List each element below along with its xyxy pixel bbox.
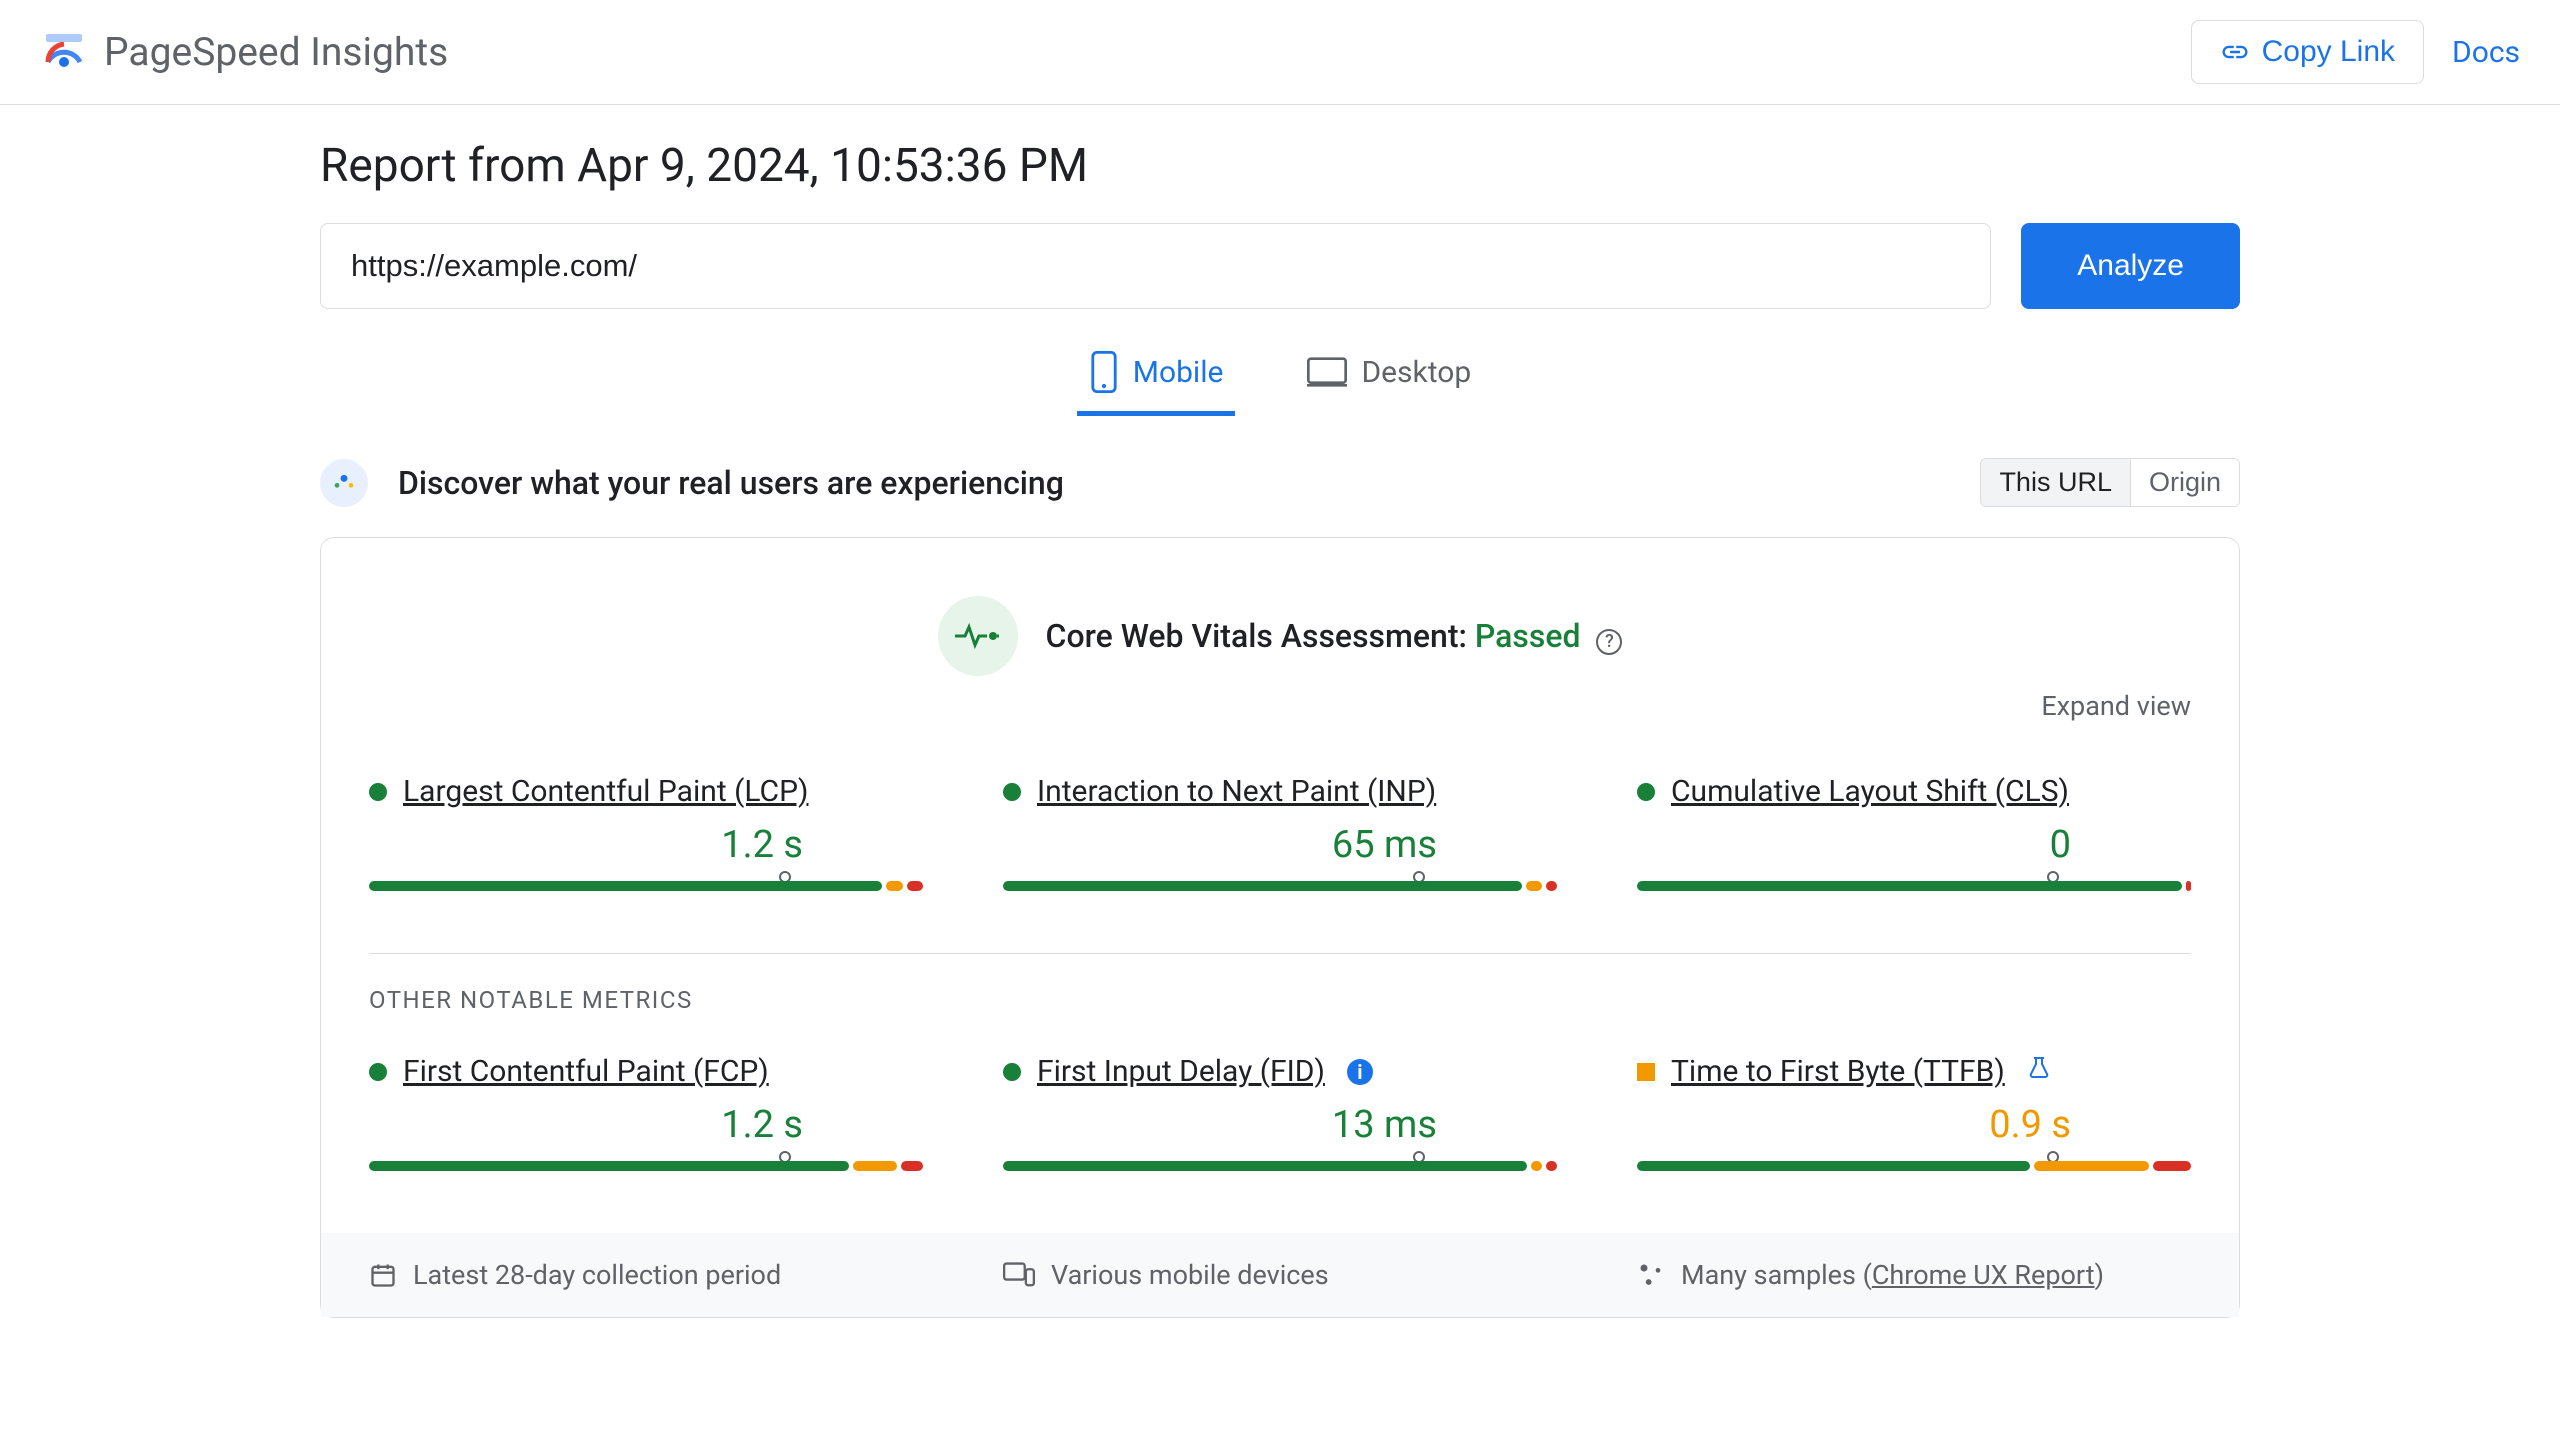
- bar-ttfb: [1637, 1161, 2191, 1189]
- metric-cls: Cumulative Layout Shift (CLS) 0: [1637, 774, 2191, 909]
- flask-icon: [2027, 1056, 2051, 1087]
- assessment-status: Passed: [1475, 617, 1581, 655]
- help-icon[interactable]: ?: [1596, 629, 1622, 655]
- metric-name-inp[interactable]: Interaction to Next Paint (INP): [1037, 774, 1436, 809]
- discover-heading: Discover what your real users are experi…: [398, 464, 1064, 502]
- status-dot-good: [369, 783, 387, 801]
- url-input[interactable]: [320, 223, 1991, 309]
- users-icon: [320, 459, 368, 507]
- copy-link-button[interactable]: Copy Link: [2191, 20, 2424, 84]
- status-dot-good: [1637, 783, 1655, 801]
- footer-row: Latest 28-day collection period Various …: [321, 1233, 2239, 1317]
- expand-view-button[interactable]: Expand view: [369, 690, 2191, 722]
- status-dot-warn: [1637, 1063, 1655, 1081]
- device-tabs: Mobile Desktop: [320, 351, 2240, 416]
- status-dot-good: [1003, 1063, 1021, 1081]
- core-vitals-row: Largest Contentful Paint (LCP) 1.2 s Int…: [369, 774, 2191, 909]
- assessment-label: Core Web Vitals Assessment:: [1046, 617, 1467, 655]
- bar-cls: [1637, 881, 2191, 909]
- metric-value-fcp: 1.2 s: [369, 1103, 923, 1147]
- metric-value-lcp: 1.2 s: [369, 823, 923, 867]
- footer-period-text: Latest 28-day collection period: [413, 1259, 781, 1291]
- footer-devices-text: Various mobile devices: [1051, 1259, 1329, 1291]
- tab-desktop-label: Desktop: [1361, 355, 1471, 390]
- metric-name-ttfb[interactable]: Time to First Byte (TTFB): [1671, 1054, 2005, 1089]
- other-metrics-label: OTHER NOTABLE METRICS: [369, 986, 2191, 1014]
- assessment-text: Core Web Vitals Assessment: Passed ?: [1046, 617, 1623, 655]
- chrome-ux-link[interactable]: Chrome UX Report: [1872, 1259, 2095, 1291]
- footer-devices: Various mobile devices: [1003, 1259, 1557, 1291]
- devices-icon: [1003, 1261, 1035, 1289]
- url-row: Analyze: [320, 223, 2240, 309]
- metric-value-ttfb: 0.9 s: [1637, 1103, 2191, 1147]
- metric-ttfb: Time to First Byte (TTFB) 0.9 s: [1637, 1054, 2191, 1189]
- copy-link-label: Copy Link: [2262, 35, 2395, 69]
- status-dot-good: [1003, 783, 1021, 801]
- bar-fid: [1003, 1161, 1557, 1189]
- scope-origin[interactable]: Origin: [2131, 459, 2239, 506]
- divider: [369, 953, 2191, 954]
- other-metrics-row: First Contentful Paint (FCP) 1.2 s First…: [369, 1054, 2191, 1189]
- app-header: PageSpeed Insights Copy Link Docs: [0, 0, 2560, 105]
- pulse-icon: [938, 596, 1018, 676]
- discover-row: Discover what your real users are experi…: [320, 458, 2240, 507]
- link-icon: [2220, 37, 2250, 67]
- tab-mobile-label: Mobile: [1133, 355, 1224, 390]
- metric-value-fid: 13 ms: [1003, 1103, 1557, 1147]
- metric-value-inp: 65 ms: [1003, 823, 1557, 867]
- app-name: PageSpeed Insights: [104, 29, 448, 75]
- metric-lcp: Largest Contentful Paint (LCP) 1.2 s: [369, 774, 923, 909]
- metric-inp: Interaction to Next Paint (INP) 65 ms: [1003, 774, 1557, 909]
- info-icon[interactable]: i: [1347, 1059, 1373, 1085]
- metric-fcp: First Contentful Paint (FCP) 1.2 s: [369, 1054, 923, 1189]
- metric-name-lcp[interactable]: Largest Contentful Paint (LCP): [403, 774, 808, 809]
- metric-name-fcp[interactable]: First Contentful Paint (FCP): [403, 1054, 769, 1089]
- desktop-icon: [1307, 356, 1347, 388]
- vitals-card: Core Web Vitals Assessment: Passed ? Exp…: [320, 537, 2240, 1318]
- footer-samples: Many samples (Chrome UX Report): [1637, 1259, 2191, 1291]
- docs-link[interactable]: Docs: [2452, 35, 2520, 70]
- bar-inp: [1003, 881, 1557, 909]
- scope-toggle: This URL Origin: [1980, 458, 2240, 507]
- metric-name-cls[interactable]: Cumulative Layout Shift (CLS): [1671, 774, 2069, 809]
- bar-lcp: [369, 881, 923, 909]
- samples-icon: [1637, 1261, 1665, 1289]
- mobile-icon: [1089, 351, 1119, 393]
- tab-mobile[interactable]: Mobile: [1077, 351, 1236, 416]
- metric-name-fid[interactable]: First Input Delay (FID): [1037, 1054, 1325, 1089]
- scope-this-url[interactable]: This URL: [1981, 459, 2131, 506]
- app-logo[interactable]: PageSpeed Insights: [40, 28, 448, 76]
- tab-desktop[interactable]: Desktop: [1295, 351, 1483, 416]
- assessment-row: Core Web Vitals Assessment: Passed ?: [369, 596, 2191, 676]
- main-content: Report from Apr 9, 2024, 10:53:36 PM Ana…: [320, 105, 2240, 1318]
- metric-fid: First Input Delay (FID) i 13 ms: [1003, 1054, 1557, 1189]
- footer-period: Latest 28-day collection period: [369, 1259, 923, 1291]
- status-dot-good: [369, 1063, 387, 1081]
- analyze-button[interactable]: Analyze: [2021, 223, 2240, 309]
- bar-fcp: [369, 1161, 923, 1189]
- metric-value-cls: 0: [1637, 823, 2191, 867]
- calendar-icon: [369, 1261, 397, 1289]
- pagespeed-logo-icon: [40, 28, 88, 76]
- report-title: Report from Apr 9, 2024, 10:53:36 PM: [320, 139, 2240, 193]
- footer-samples-text: Many samples (Chrome UX Report): [1681, 1259, 2104, 1291]
